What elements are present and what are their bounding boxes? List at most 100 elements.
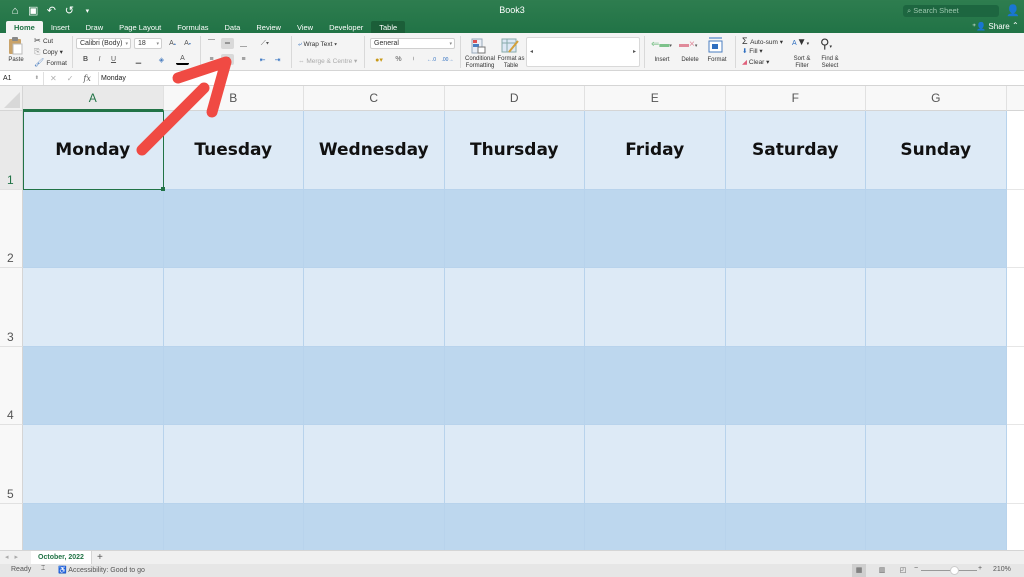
search-sheet-input[interactable]: ⌕ Search Sheet <box>903 5 999 17</box>
cell-a3[interactable] <box>23 268 164 347</box>
column-header-d[interactable]: D <box>444 86 585 111</box>
format-as-table-button[interactable] <box>500 37 520 57</box>
cell-c4[interactable] <box>304 346 445 425</box>
conditional-formatting-button[interactable] <box>470 37 490 57</box>
align-middle-icon[interactable]: ═ <box>221 38 234 49</box>
zoom-slider-thumb[interactable] <box>950 566 959 575</box>
cell-h1[interactable] <box>1006 111 1024 190</box>
cell-b6[interactable] <box>163 503 304 550</box>
row-header-6[interactable] <box>0 503 23 550</box>
cell-f3[interactable] <box>725 268 866 347</box>
cell-c3[interactable] <box>304 268 445 347</box>
tab-formulas[interactable]: Formulas <box>169 21 216 33</box>
cell-d2[interactable] <box>444 189 585 268</box>
cell-b4[interactable] <box>163 346 304 425</box>
account-icon[interactable]: 👤 <box>1006 4 1020 17</box>
add-sheet-button[interactable]: + <box>97 551 103 564</box>
fill-button[interactable]: ⬇ Fill ▾ <box>742 47 763 55</box>
zoom-slider[interactable] <box>921 570 977 571</box>
italic-button[interactable]: I <box>93 54 106 65</box>
font-name-select[interactable]: Calibri (Body) ▾ <box>76 38 131 49</box>
format-cells-icon[interactable] <box>707 37 725 55</box>
bold-button[interactable]: B <box>79 54 92 65</box>
increase-font-icon[interactable]: A ▴ <box>166 38 179 49</box>
cell-a4[interactable] <box>23 346 164 425</box>
row-header-2[interactable]: 2 <box>0 189 23 268</box>
page-break-view-icon[interactable]: ◰ <box>896 564 910 577</box>
cell-h4[interactable] <box>1006 346 1024 425</box>
cell-c6[interactable] <box>304 503 445 550</box>
cell-a5[interactable] <box>23 425 164 504</box>
tab-review[interactable]: Review <box>248 21 289 33</box>
cell-d4[interactable] <box>444 346 585 425</box>
tab-page-layout[interactable]: Page Layout <box>111 21 169 33</box>
copy-button[interactable]: ⎘ Copy ▾ <box>34 47 63 57</box>
cell-a2[interactable] <box>23 189 164 268</box>
tab-table[interactable]: Table <box>371 21 406 33</box>
cell-g2[interactable] <box>866 189 1007 268</box>
number-format-select[interactable]: General ▾ <box>370 38 455 49</box>
cell-h6[interactable] <box>1006 503 1024 550</box>
cell-a6[interactable] <box>23 503 164 550</box>
name-box-stepper-icon[interactable]: ⬍ <box>35 72 39 85</box>
gallery-right-arrow-icon[interactable]: ▸ <box>633 48 636 55</box>
align-bottom-icon[interactable]: ⎽ <box>237 38 250 49</box>
underline-button[interactable]: U <box>107 54 120 65</box>
percent-button[interactable]: % <box>392 54 405 65</box>
cell-e4[interactable] <box>585 346 726 425</box>
cell-d6[interactable] <box>444 503 585 550</box>
zoom-out-button[interactable]: − <box>914 565 918 572</box>
delete-cells-icon[interactable]: ▬×▾ <box>679 39 697 50</box>
cell-d3[interactable] <box>444 268 585 347</box>
currency-icon[interactable]: ●▾ <box>370 54 388 65</box>
row-header-5[interactable]: 5 <box>0 425 23 504</box>
increase-indent-icon[interactable]: ⇥ <box>271 54 284 65</box>
paste-button[interactable] <box>6 36 26 56</box>
cell-f1[interactable]: Saturday <box>725 111 866 190</box>
row-header-3[interactable]: 3 <box>0 268 23 347</box>
decrease-font-icon[interactable]: A ▾ <box>181 38 194 49</box>
merge-centre-button[interactable]: ⇔ Merge & Centre ▾ <box>298 57 357 65</box>
normal-view-icon[interactable]: ▦ <box>852 564 866 577</box>
cell-d1[interactable]: Thursday <box>444 111 585 190</box>
cell-g3[interactable] <box>866 268 1007 347</box>
column-header-h[interactable] <box>1006 86 1024 111</box>
tab-developer[interactable]: Developer <box>321 21 371 33</box>
column-header-e[interactable]: E <box>585 86 726 111</box>
cell-e5[interactable] <box>585 425 726 504</box>
comma-style-button[interactable]: ⁾ <box>407 54 420 65</box>
find-select-icon[interactable]: ⚲▾ <box>820 36 832 52</box>
cell-g6[interactable] <box>866 503 1007 550</box>
column-header-g[interactable]: G <box>866 86 1007 111</box>
decrease-decimal-icon[interactable]: .00→ <box>441 54 454 65</box>
tab-insert[interactable]: Insert <box>43 21 78 33</box>
clear-button[interactable]: ◢ Clear ▾ <box>742 58 769 66</box>
fill-handle[interactable] <box>160 186 165 191</box>
macro-recording-icon[interactable]: ⌶ <box>41 565 45 573</box>
cell-f6[interactable] <box>725 503 866 550</box>
cell-g1[interactable]: Sunday <box>866 111 1007 190</box>
cell-c1[interactable]: Wednesday <box>304 111 445 190</box>
cell-h3[interactable] <box>1006 268 1024 347</box>
column-header-f[interactable]: F <box>725 86 866 111</box>
tab-data[interactable]: Data <box>217 21 249 33</box>
insert-cells-icon[interactable]: ⇐▬▾ <box>651 39 672 50</box>
next-sheet-icon[interactable]: ▸ <box>15 553 19 561</box>
collapse-ribbon-icon[interactable]: ⌃ <box>1012 21 1019 30</box>
cell-h5[interactable] <box>1006 425 1024 504</box>
page-layout-view-icon[interactable]: ▥ <box>875 564 889 577</box>
font-size-select[interactable]: 18 ▾ <box>134 38 162 49</box>
cell-f5[interactable] <box>725 425 866 504</box>
zoom-in-button[interactable]: + <box>978 565 982 572</box>
cell-d5[interactable] <box>444 425 585 504</box>
cell-e1[interactable]: Friday <box>585 111 726 190</box>
row-header-1[interactable]: 1 <box>0 111 23 190</box>
cancel-icon[interactable]: ✕ <box>50 72 57 85</box>
format-painter-button[interactable]: 🖌 Format <box>34 58 67 67</box>
row-header-4[interactable]: 4 <box>0 346 23 425</box>
cell-b2[interactable] <box>163 189 304 268</box>
wrap-text-button[interactable]: ⤶ Wrap Text ▾ <box>298 41 337 49</box>
insert-function-icon[interactable]: fx <box>83 72 90 85</box>
increase-decimal-icon[interactable]: ←.0 <box>425 54 438 65</box>
share-button[interactable]: ⁺👤 Share <box>972 22 1010 31</box>
